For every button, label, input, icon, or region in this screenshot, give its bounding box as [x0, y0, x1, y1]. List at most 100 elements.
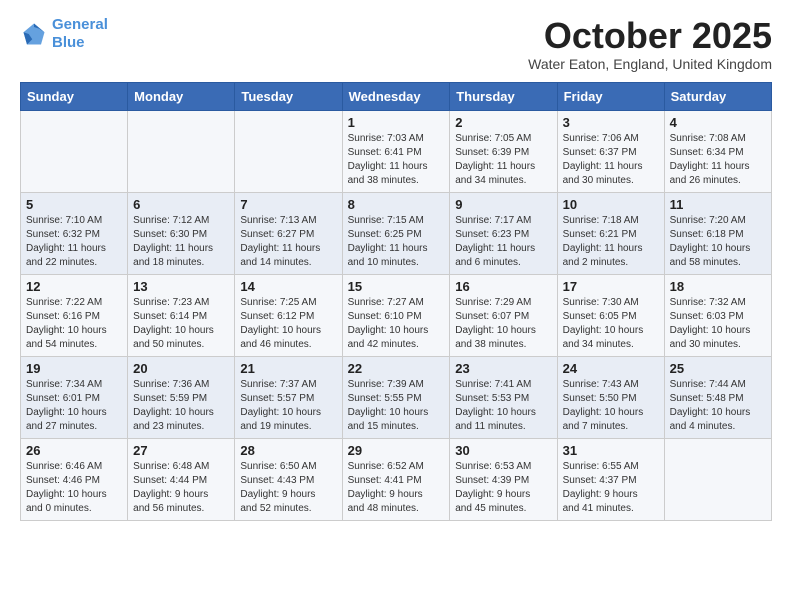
day-number: 5 [26, 197, 122, 212]
day-number: 4 [670, 115, 766, 130]
day-number: 14 [240, 279, 336, 294]
day-number: 11 [670, 197, 766, 212]
calendar-cell: 14 Sunrise: 7:25 AM Sunset: 6:12 PM Dayli… [235, 274, 342, 356]
day-number: 1 [348, 115, 445, 130]
calendar-cell: 18Sunrise: 7:32 AM Sunset: 6:03 PM Dayli… [664, 274, 771, 356]
calendar-cell: 31Sunrise: 6:55 AM Sunset: 4:37 PM Dayli… [557, 438, 664, 520]
day-number: 8 [348, 197, 445, 212]
calendar-cell: 17 Sunrise: 7:30 AM Sunset: 6:05 PM Dayli… [557, 274, 664, 356]
day-number: 18 [670, 279, 766, 294]
day-number: 19 [26, 361, 122, 376]
calendar-day-header: Friday [557, 82, 664, 110]
day-info: Sunrise: 7:25 AM Sunset: 6:12 PM Dayligh… [240, 296, 336, 352]
day-info: Sunrise: 7:05 AM Sunset: 6:39 PM Dayligh… [455, 132, 551, 188]
calendar-cell: 2 Sunrise: 7:05 AM Sunset: 6:39 PM Daylig… [450, 110, 557, 192]
day-info: Sunrise: 7:37 AM Sunset: 5:57 PM Dayligh… [240, 378, 336, 434]
page: General Blue October 2025 Water Eaton, E… [0, 0, 792, 531]
day-number: 3 [563, 115, 659, 130]
calendar-cell: 22 Sunrise: 7:39 AM Sunset: 5:55 PM Dayli… [342, 356, 450, 438]
calendar-cell [128, 110, 235, 192]
header: General Blue October 2025 Water Eaton, E… [20, 16, 772, 72]
calendar-cell: 8 Sunrise: 7:15 AM Sunset: 6:25 PM Daylig… [342, 192, 450, 274]
day-info: Sunrise: 7:08 AM Sunset: 6:34 PM Dayligh… [670, 132, 766, 188]
calendar-day-header: Monday [128, 82, 235, 110]
day-number: 23 [455, 361, 551, 376]
location: Water Eaton, England, United Kingdom [528, 56, 772, 72]
calendar-cell: 20Sunrise: 7:36 AM Sunset: 5:59 PM Dayli… [128, 356, 235, 438]
calendar-table: SundayMondayTuesdayWednesdayThursdayFrid… [20, 82, 772, 521]
calendar-cell: 26 Sunrise: 6:46 AM Sunset: 4:46 PM Dayli… [21, 438, 128, 520]
calendar-day-header: Tuesday [235, 82, 342, 110]
day-info: Sunrise: 6:48 AM Sunset: 4:44 PM Dayligh… [133, 460, 229, 516]
day-number: 28 [240, 443, 336, 458]
day-number: 29 [348, 443, 445, 458]
calendar-cell: 28 Sunrise: 6:50 AM Sunset: 4:43 PM Dayli… [235, 438, 342, 520]
day-info: Sunrise: 7:13 AM Sunset: 6:27 PM Dayligh… [240, 214, 336, 270]
calendar-cell: 23Sunrise: 7:41 AM Sunset: 5:53 PM Dayli… [450, 356, 557, 438]
day-number: 16 [455, 279, 551, 294]
calendar-cell: 3Sunrise: 7:06 AM Sunset: 6:37 PM Daylig… [557, 110, 664, 192]
day-number: 7 [240, 197, 336, 212]
calendar-cell: 24 Sunrise: 7:43 AM Sunset: 5:50 PM Dayli… [557, 356, 664, 438]
calendar-cell: 9 Sunrise: 7:17 AM Sunset: 6:23 PM Daylig… [450, 192, 557, 274]
day-number: 12 [26, 279, 122, 294]
day-info: Sunrise: 7:44 AM Sunset: 5:48 PM Dayligh… [670, 378, 766, 434]
day-info: Sunrise: 6:46 AM Sunset: 4:46 PM Dayligh… [26, 460, 122, 516]
calendar-cell: 13Sunrise: 7:23 AM Sunset: 6:14 PM Dayli… [128, 274, 235, 356]
day-number: 13 [133, 279, 229, 294]
title-section: October 2025 Water Eaton, England, Unite… [528, 16, 772, 72]
day-number: 27 [133, 443, 229, 458]
day-number: 15 [348, 279, 445, 294]
day-info: Sunrise: 7:03 AM Sunset: 6:41 PM Dayligh… [348, 132, 445, 188]
calendar-cell: 7 Sunrise: 7:13 AM Sunset: 6:27 PM Daylig… [235, 192, 342, 274]
calendar-cell: 6Sunrise: 7:12 AM Sunset: 6:30 PM Daylig… [128, 192, 235, 274]
day-number: 2 [455, 115, 551, 130]
logo-blue: Blue [52, 34, 85, 51]
day-number: 30 [455, 443, 551, 458]
calendar-cell: 21 Sunrise: 7:37 AM Sunset: 5:57 PM Dayli… [235, 356, 342, 438]
day-info: Sunrise: 7:18 AM Sunset: 6:21 PM Dayligh… [563, 214, 659, 270]
calendar-day-header: Sunday [21, 82, 128, 110]
day-info: Sunrise: 6:50 AM Sunset: 4:43 PM Dayligh… [240, 460, 336, 516]
calendar-cell: 12Sunrise: 7:22 AM Sunset: 6:16 PM Dayli… [21, 274, 128, 356]
day-info: Sunrise: 7:39 AM Sunset: 5:55 PM Dayligh… [348, 378, 445, 434]
calendar-week-row: 19 Sunrise: 7:34 AM Sunset: 6:01 PM Dayli… [21, 356, 772, 438]
day-info: Sunrise: 7:43 AM Sunset: 5:50 PM Dayligh… [563, 378, 659, 434]
day-info: Sunrise: 7:15 AM Sunset: 6:25 PM Dayligh… [348, 214, 445, 270]
calendar-cell: 11Sunrise: 7:20 AM Sunset: 6:18 PM Dayli… [664, 192, 771, 274]
day-info: Sunrise: 7:29 AM Sunset: 6:07 PM Dayligh… [455, 296, 551, 352]
day-number: 20 [133, 361, 229, 376]
day-info: Sunrise: 6:52 AM Sunset: 4:41 PM Dayligh… [348, 460, 445, 516]
calendar-cell: 27 Sunrise: 6:48 AM Sunset: 4:44 PM Dayli… [128, 438, 235, 520]
day-info: Sunrise: 7:17 AM Sunset: 6:23 PM Dayligh… [455, 214, 551, 270]
calendar-cell: 4 Sunrise: 7:08 AM Sunset: 6:34 PM Daylig… [664, 110, 771, 192]
day-number: 10 [563, 197, 659, 212]
calendar-day-header: Thursday [450, 82, 557, 110]
logo: General Blue [20, 16, 108, 52]
day-number: 6 [133, 197, 229, 212]
calendar-week-row: 5 Sunrise: 7:10 AM Sunset: 6:32 PM Daylig… [21, 192, 772, 274]
calendar-cell: 29 Sunrise: 6:52 AM Sunset: 4:41 PM Dayli… [342, 438, 450, 520]
calendar-cell: 5 Sunrise: 7:10 AM Sunset: 6:32 PM Daylig… [21, 192, 128, 274]
month-title: October 2025 [528, 16, 772, 56]
day-number: 22 [348, 361, 445, 376]
day-number: 17 [563, 279, 659, 294]
calendar-week-row: 1 Sunrise: 7:03 AM Sunset: 6:41 PM Daylig… [21, 110, 772, 192]
day-number: 9 [455, 197, 551, 212]
day-number: 24 [563, 361, 659, 376]
day-number: 21 [240, 361, 336, 376]
day-info: Sunrise: 7:10 AM Sunset: 6:32 PM Dayligh… [26, 214, 122, 270]
logo-general: General [52, 16, 108, 33]
day-number: 26 [26, 443, 122, 458]
day-info: Sunrise: 7:34 AM Sunset: 6:01 PM Dayligh… [26, 378, 122, 434]
calendar-cell: 30 Sunrise: 6:53 AM Sunset: 4:39 PM Dayli… [450, 438, 557, 520]
day-number: 25 [670, 361, 766, 376]
calendar-cell: 25 Sunrise: 7:44 AM Sunset: 5:48 PM Dayli… [664, 356, 771, 438]
logo-icon [20, 20, 48, 48]
day-info: Sunrise: 6:53 AM Sunset: 4:39 PM Dayligh… [455, 460, 551, 516]
calendar-week-row: 12Sunrise: 7:22 AM Sunset: 6:16 PM Dayli… [21, 274, 772, 356]
calendar-cell: 10 Sunrise: 7:18 AM Sunset: 6:21 PM Dayli… [557, 192, 664, 274]
day-info: Sunrise: 7:27 AM Sunset: 6:10 PM Dayligh… [348, 296, 445, 352]
day-info: Sunrise: 7:30 AM Sunset: 6:05 PM Dayligh… [563, 296, 659, 352]
day-info: Sunrise: 6:55 AM Sunset: 4:37 PM Dayligh… [563, 460, 659, 516]
